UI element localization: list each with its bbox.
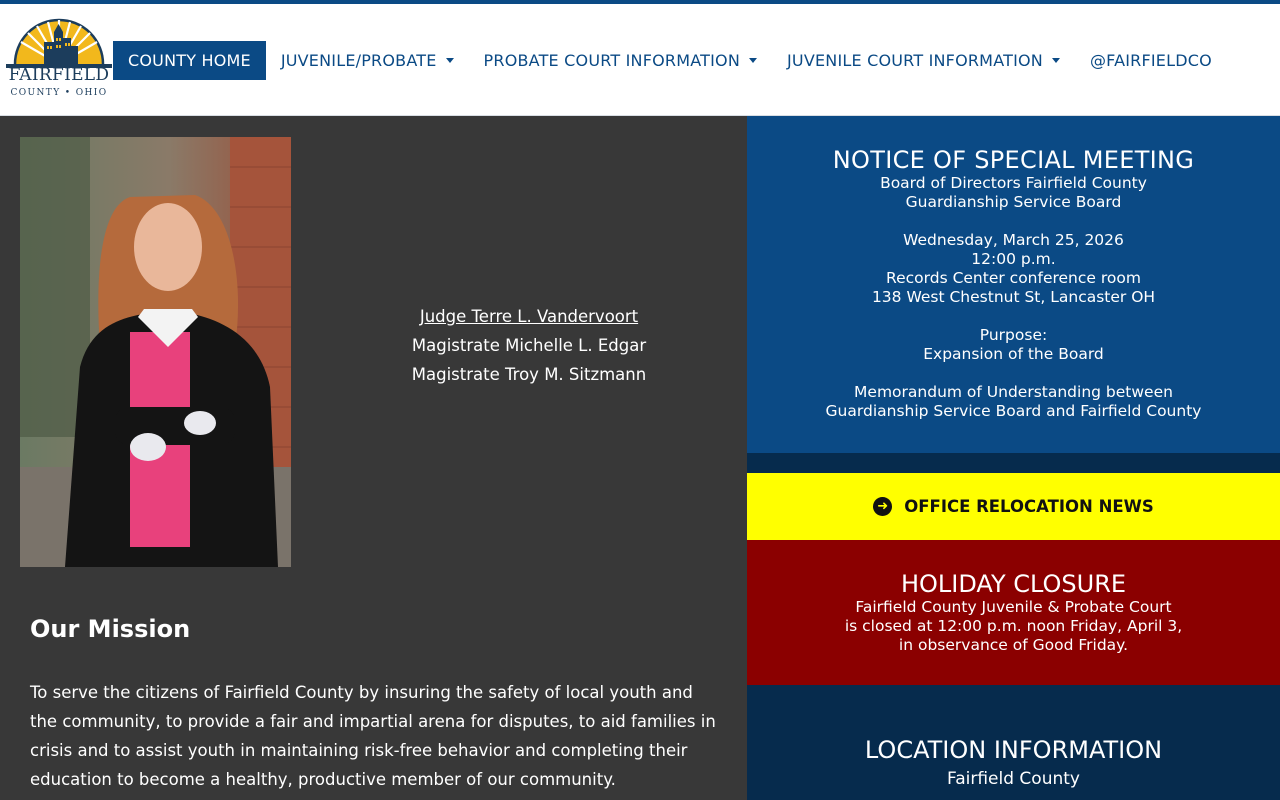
main-content: Judge Terre L. Vandervoort Magistrate Mi…	[0, 116, 1280, 800]
notice-place: Records Center conference room	[886, 269, 1141, 287]
logo-wordmark: FAIRFIELD	[8, 65, 110, 85]
holiday-closure-notice: HOLIDAY CLOSURE Fairfield County Juvenil…	[747, 540, 1280, 685]
special-meeting-notice: NOTICE OF SPECIAL MEETING Board of Direc…	[747, 116, 1280, 453]
nav-juvenile-probate-label: JUVENILE/PROBATE	[280, 51, 437, 70]
notice-memo-line-1: Memorandum of Understanding between	[854, 383, 1173, 401]
nav-fairfieldco-social[interactable]: @FAIRFIELDCO	[1075, 41, 1227, 80]
chevron-down-icon	[749, 58, 758, 63]
office-relocation-news-button[interactable]: ➜ OFFICE RELOCATION NEWS	[747, 473, 1280, 540]
nav-fairfieldco-social-label: @FAIRFIELDCO	[1089, 51, 1212, 70]
chevron-down-icon	[1051, 58, 1060, 63]
court-info-panel: Judge Terre L. Vandervoort Magistrate Mi…	[0, 116, 747, 800]
magistrate-edgar: Magistrate Michelle L. Edgar	[411, 336, 647, 355]
site-header: FAIRFIELD COUNTY • OHIO COUNTY HOME JUVE…	[0, 4, 1280, 116]
location-subtitle: Fairfield County	[947, 769, 1080, 789]
nav-county-home[interactable]: COUNTY HOME	[113, 41, 266, 80]
nav-juvenile-probate[interactable]: JUVENILE/PROBATE	[266, 41, 469, 80]
notice-address: 138 West Chestnut St, Lancaster OH	[871, 288, 1156, 306]
notice-line-2: Guardianship Service Board	[905, 193, 1122, 211]
office-relocation-label: OFFICE RELOCATION NEWS	[904, 497, 1154, 516]
notice-date: Wednesday, March 25, 2026	[903, 231, 1124, 249]
sunrise-emblem-icon	[6, 18, 112, 110]
nav-juvenile-court-information[interactable]: JUVENILE COURT INFORMATION	[772, 41, 1075, 80]
location-information: LOCATION INFORMATION Fairfield County	[747, 685, 1280, 800]
holiday-title: HOLIDAY CLOSURE	[900, 570, 1127, 598]
magistrate-sitzmann: Magistrate Troy M. Sitzmann	[411, 365, 647, 384]
holiday-line-3: in observance of Good Friday.	[898, 636, 1129, 654]
judge-name-link[interactable]: Judge Terre L. Vandervoort	[330, 302, 728, 331]
notice-purpose-label: Purpose:	[979, 326, 1048, 344]
chevron-down-icon	[445, 58, 454, 63]
logo-subline: COUNTY • OHIO	[10, 88, 108, 98]
notice-line-1: Board of Directors Fairfield County	[880, 174, 1147, 192]
mission-heading: Our Mission	[30, 615, 191, 643]
fairfield-county-logo[interactable]: FAIRFIELD COUNTY • OHIO	[6, 18, 112, 110]
nav-juvenile-court-information-label: JUVENILE COURT INFORMATION	[787, 51, 1043, 70]
location-title: LOCATION INFORMATION	[864, 736, 1163, 764]
nav-probate-court-information-label: PROBATE COURT INFORMATION	[483, 51, 741, 70]
notice-time: 12:00 p.m.	[971, 250, 1056, 268]
holiday-line-2: is closed at 12:00 p.m. noon Friday, Apr…	[844, 617, 1183, 635]
nav-county-home-label: COUNTY HOME	[128, 51, 251, 70]
notice-memo-line-2: Guardianship Service Board and Fairfield…	[825, 402, 1202, 420]
notice-purpose: Expansion of the Board	[923, 345, 1104, 363]
arrow-circle-right-icon: ➜	[873, 497, 893, 516]
announcements-sidebar: NOTICE OF SPECIAL MEETING Board of Direc…	[747, 116, 1280, 800]
main-navigation: COUNTY HOME JUVENILE/PROBATE PROBATE COU…	[113, 41, 1227, 80]
notice-title: NOTICE OF SPECIAL MEETING	[832, 146, 1195, 174]
nav-probate-court-information[interactable]: PROBATE COURT INFORMATION	[469, 41, 772, 80]
holiday-line-1: Fairfield County Juvenile & Probate Cour…	[855, 598, 1172, 616]
mission-statement: To serve the citizens of Fairfield Count…	[30, 683, 716, 789]
judge-portrait-photo	[20, 137, 291, 567]
court-officials-list: Judge Terre L. Vandervoort Magistrate Mi…	[330, 302, 728, 389]
